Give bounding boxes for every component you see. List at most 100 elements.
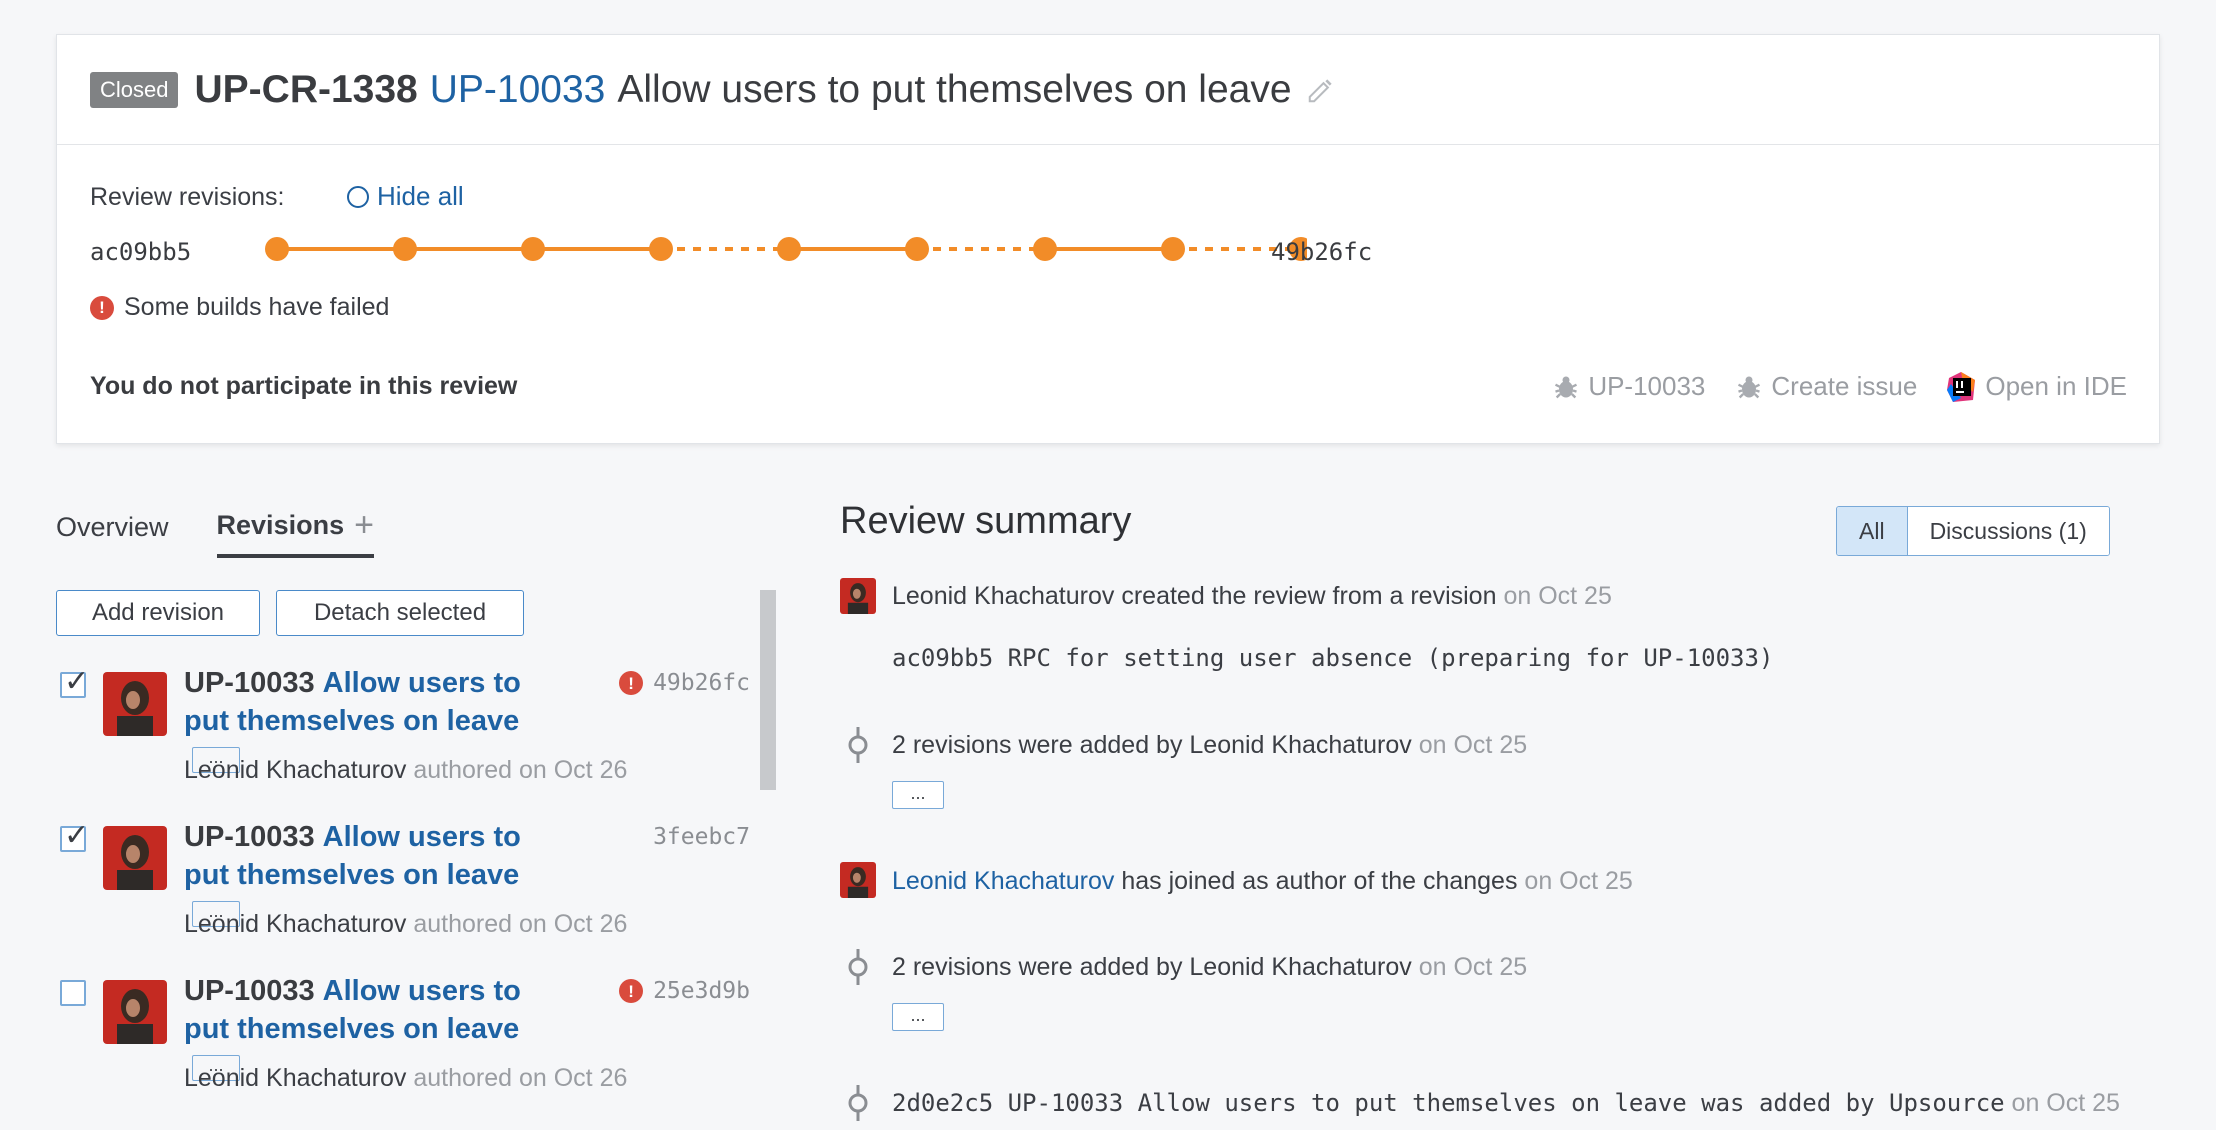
summary-event: 2 revisions were added by Leonid Khachat…: [892, 731, 1527, 760]
revision-dot[interactable]: [265, 237, 289, 261]
revision-dot[interactable]: [393, 237, 417, 261]
summary-event: Leonid Khachaturov has joined as author …: [892, 867, 1633, 896]
list-item[interactable]: UP-10033 Allow users to put themselves o…: [60, 972, 750, 1122]
summary-filter: All Discussions (1): [1836, 506, 2110, 556]
checkmark-icon: ✓: [64, 665, 90, 698]
error-icon: !: [90, 295, 114, 320]
commit-icon: [848, 727, 868, 763]
revision-checkbox[interactable]: ✓: [60, 819, 89, 852]
revision-author: Leonid Khachaturov: [184, 756, 407, 784]
revision-checkbox[interactable]: ✓: [60, 665, 89, 698]
avatar: [840, 862, 876, 898]
create-issue-action[interactable]: Create issue: [1735, 371, 1917, 402]
revision-dot[interactable]: [1161, 237, 1185, 261]
event-date: on Oct 25: [1418, 731, 1528, 759]
revision-date: authored on Oct 26: [413, 1064, 628, 1092]
event-date: on Oct 25: [1503, 582, 1612, 610]
intellij-icon: [1947, 371, 1976, 402]
revision-dot[interactable]: [521, 237, 545, 261]
hide-all-label: Hide all: [377, 181, 464, 211]
commit-icon: [848, 1085, 868, 1121]
revision-message[interactable]: Allow users to: [323, 975, 521, 1007]
avatar: [103, 826, 167, 890]
user-link[interactable]: Leonid Khachaturov: [892, 867, 1114, 895]
hide-all-toggle[interactable]: Hide all: [347, 181, 464, 212]
start-hash: ac09bb5: [90, 238, 192, 266]
revision-issue: UP-10033: [184, 821, 315, 853]
event-text: Leonid Khachaturov created the review fr…: [892, 582, 1497, 610]
participation-notice: You do not participate in this review: [90, 372, 518, 400]
review-header-card: Closed UP-CR-1338 UP-10033 Allow users t…: [56, 34, 2160, 444]
revision-hash-wrap: ! 25e3d9b: [619, 978, 750, 1004]
title-row: Closed UP-CR-1338 UP-10033 Allow users t…: [57, 35, 2159, 145]
revision-checkbox[interactable]: [60, 980, 86, 1006]
pencil-icon[interactable]: [1306, 75, 1336, 105]
event-text: 2 revisions were added by Leonid Khachat…: [892, 953, 1412, 981]
revision-meta: Leonid Khachaturov authored on Oct 26: [184, 756, 627, 785]
create-issue-label: Create issue: [1771, 371, 1918, 401]
add-revision-button[interactable]: Add revision: [56, 590, 260, 636]
tab-overview-label: Overview: [56, 511, 169, 542]
revision-message[interactable]: Allow users to: [323, 667, 521, 699]
review-title: Allow users to put themselves on leave: [617, 67, 1292, 111]
summary-event: 2d0e2c5 UP-10033 Allow users to put them…: [892, 1089, 2120, 1118]
build-status-text: Some builds have failed: [124, 293, 390, 321]
issue-action-label: UP-10033: [1588, 371, 1706, 401]
filter-discussions[interactable]: Discussions (1): [1907, 507, 2109, 555]
tab-overview[interactable]: Overview: [56, 508, 169, 558]
revision-hash-wrap: 3feebc7: [653, 824, 750, 850]
revision-meta: Leonid Khachaturov authored on Oct 26: [184, 910, 627, 939]
revision-dot[interactable]: [1033, 237, 1057, 261]
build-status: ! Some builds have failed: [90, 293, 389, 322]
avatar: [103, 672, 167, 736]
revision-hash[interactable]: 25e3d9b: [653, 978, 750, 1004]
bug-icon: [1738, 376, 1761, 398]
revision-message[interactable]: put themselves on leave: [184, 1013, 519, 1045]
event-date: on Oct 25: [2011, 1089, 2120, 1117]
radio-circle-icon: [347, 185, 369, 208]
revision-date: authored on Oct 26: [413, 910, 628, 938]
event-date: on Oct 25: [1524, 867, 1633, 895]
revision-message[interactable]: put themselves on leave: [184, 859, 519, 891]
build-failed-icon: !: [619, 979, 644, 1003]
revision-hash[interactable]: 3feebc7: [653, 824, 750, 850]
revision-author: Leonid Khachaturov: [184, 910, 407, 938]
event-commit[interactable]: ac09bb5 RPC for setting user absence (pr…: [892, 644, 1773, 672]
event-text: has joined as author of the changes: [1121, 867, 1518, 895]
issue-action[interactable]: UP-10033: [1552, 371, 1705, 402]
expand-revisions-button[interactable]: ...: [892, 1003, 944, 1031]
event-text: 2d0e2c5 UP-10033 Allow users to put them…: [892, 1089, 2005, 1117]
detach-selected-button[interactable]: Detach selected: [276, 590, 524, 636]
list-item[interactable]: ✓ UP-10033 Allow users to put themselves…: [60, 818, 750, 968]
expand-revisions-button[interactable]: ...: [892, 781, 944, 809]
review-summary-title: Review summary: [840, 500, 1132, 542]
revision-meta: Leonid Khachaturov authored on Oct 26: [184, 1064, 627, 1093]
bug-icon: [1555, 376, 1578, 398]
open-in-ide-label: Open in IDE: [1985, 371, 2127, 401]
revision-hash[interactable]: 49b26fc: [653, 670, 750, 696]
build-failed-icon: !: [619, 671, 644, 695]
event-text: 2 revisions were added by Leonid Khachat…: [892, 731, 1412, 759]
revision-dot[interactable]: [905, 237, 929, 261]
tab-revisions[interactable]: Revisions +: [216, 508, 374, 558]
revision-list-scrollbar[interactable]: [760, 590, 776, 790]
avatar: [840, 578, 876, 614]
summary-event: 2 revisions were added by Leonid Khachat…: [892, 953, 1527, 982]
issue-link[interactable]: UP-10033: [430, 68, 606, 112]
status-badge: Closed: [90, 71, 179, 108]
open-in-ide-action[interactable]: Open in IDE: [1947, 371, 2127, 402]
filter-all[interactable]: All: [1837, 507, 1908, 555]
revision-author: Leonid Khachaturov: [184, 1064, 407, 1092]
revision-dot[interactable]: [777, 237, 801, 261]
avatar: [103, 980, 167, 1044]
tab-revisions-label: Revisions: [216, 509, 345, 540]
revision-hash-wrap: ! 49b26fc: [619, 670, 750, 696]
list-item[interactable]: ✓ UP-10033 Allow users to put themselves…: [60, 664, 750, 814]
add-revision-plus-icon[interactable]: +: [354, 508, 374, 542]
revision-message[interactable]: put themselves on leave: [184, 705, 519, 737]
revision-dot[interactable]: [649, 237, 673, 261]
tab-bar: Overview Revisions +: [56, 508, 374, 558]
revision-message[interactable]: Allow users to: [323, 821, 521, 853]
revision-issue: UP-10033: [184, 667, 315, 699]
end-hash: 49b26fc: [1271, 238, 1373, 266]
